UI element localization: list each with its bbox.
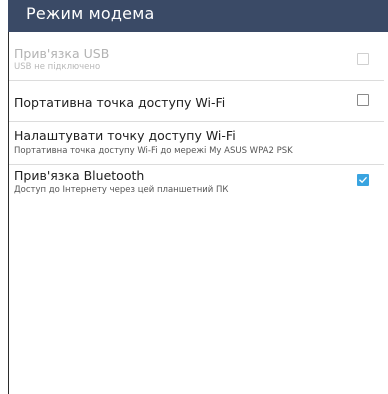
app-bar: Режим модема xyxy=(8,0,388,32)
usb-tethering-title: Прив'язка USB xyxy=(14,46,110,61)
checkmark-icon xyxy=(358,176,368,184)
configure-hotspot-item[interactable]: Налаштувати точку доступу Wi-Fi Портатив… xyxy=(9,122,384,165)
settings-list: Прив'язка USB USB не підключено Портатив… xyxy=(9,41,388,205)
bluetooth-tethering-title: Прив'язка Bluetooth xyxy=(14,168,145,183)
bluetooth-tethering-item[interactable]: Прив'язка Bluetooth Доступ до Інтернету … xyxy=(9,165,384,205)
bluetooth-tethering-checkbox[interactable] xyxy=(357,174,369,186)
usb-tethering-item[interactable]: Прив'язка USB USB не підключено xyxy=(9,41,384,81)
usb-tethering-checkbox[interactable] xyxy=(357,53,369,65)
wifi-hotspot-title: Портативна точка доступу Wi-Fi xyxy=(14,95,226,110)
configure-hotspot-title: Налаштувати точку доступу Wi-Fi xyxy=(14,128,236,143)
wifi-hotspot-item[interactable]: Портативна точка доступу Wi-Fi xyxy=(9,81,384,122)
usb-tethering-summary: USB не підключено xyxy=(14,62,101,72)
page-title: Режим модема xyxy=(26,3,155,23)
wifi-hotspot-checkbox[interactable] xyxy=(357,94,369,106)
configure-hotspot-summary: Портативна точка доступу Wi-Fi до мережі… xyxy=(14,146,293,156)
tethering-screen: Режим модема Прив'язка USB USB не підклю… xyxy=(0,0,388,394)
bluetooth-tethering-summary: Доступ до Інтернету через цей планшетний… xyxy=(14,185,229,195)
